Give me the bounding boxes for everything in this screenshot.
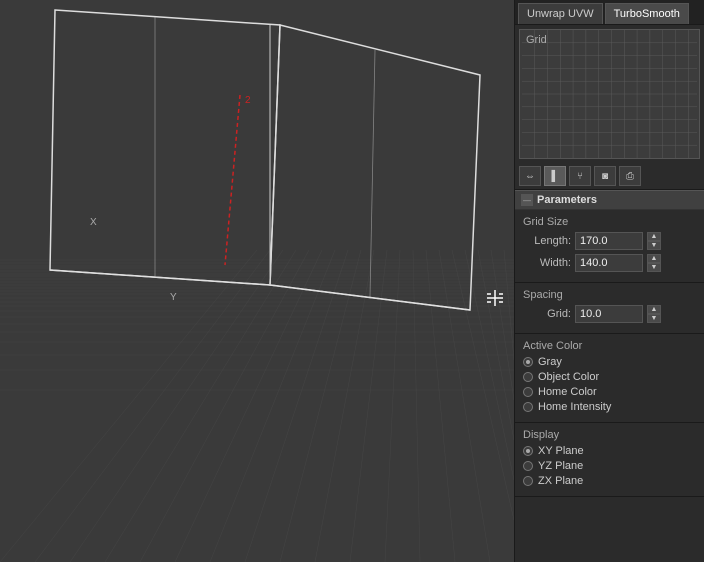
move-icon[interactable]: ⇔ [519,166,541,186]
fork-icon[interactable]: ⑂ [569,166,591,186]
grid-spinner: ▲ ▼ [647,305,661,323]
radio-xy-plane-label: XY Plane [538,445,584,457]
radio-zx-plane-label: ZX Plane [538,475,583,487]
radio-zx-plane-circle[interactable] [523,476,533,486]
viewport: 2 X Y [0,0,514,562]
radio-home-color-circle[interactable] [523,387,533,397]
length-up[interactable]: ▲ [647,232,661,241]
length-label: Length: [523,235,571,247]
radio-gray-circle[interactable] [523,357,533,367]
width-down[interactable]: ▼ [647,263,661,272]
radio-gray-label: Gray [538,356,562,368]
select-icon[interactable]: ▌ [544,166,566,186]
grid-up[interactable]: ▲ [647,305,661,314]
grid-preview-label: Grid [526,34,547,46]
grid-down[interactable]: ▼ [647,314,661,323]
grid-row: Grid: ▲ ▼ [523,305,696,323]
radio-home-intensity-label: Home Intensity [538,401,611,413]
svg-text:2: 2 [245,95,251,106]
radio-xy-plane: XY Plane [523,445,696,457]
tab-unwrap-uvw[interactable]: Unwrap UVW [518,3,603,24]
radio-home-color-label: Home Color [538,386,597,398]
width-row: Width: ▲ ▼ [523,254,696,272]
svg-text:Y: Y [170,292,177,303]
spacing-label: Spacing [523,289,696,301]
width-label: Width: [523,257,571,269]
radio-home-intensity: Home Intensity [523,401,696,413]
length-spinner: ▲ ▼ [647,232,661,250]
width-spinner: ▲ ▼ [647,254,661,272]
length-down[interactable]: ▼ [647,241,661,250]
spacing-section: Spacing Grid: ▲ ▼ [515,283,704,334]
right-panel: Unwrap UVW TurboSmooth Grid [514,0,704,562]
radio-object-color-circle[interactable] [523,372,533,382]
tab-turbosmooth[interactable]: TurboSmooth [605,3,689,24]
grid-size-label: Grid Size [523,216,696,228]
length-input[interactable] [575,232,643,250]
active-color-section: Active Color Gray Object Color Home Colo… [515,334,704,423]
camera-icon[interactable]: ◙ [594,166,616,186]
svg-text:X: X [90,217,97,228]
active-color-label: Active Color [523,340,696,352]
params-panel: — Parameters Grid Size Length: ▲ ▼ Width… [515,190,704,562]
display-label: Display [523,429,696,441]
icon-toolbar: ⇔ ▌ ⑂ ◙ ⎙ [515,163,704,190]
radio-yz-plane: YZ Plane [523,460,696,472]
grid-input[interactable] [575,305,643,323]
tab-bar: Unwrap UVW TurboSmooth [515,0,704,25]
collapse-btn[interactable]: — [521,194,533,206]
length-row: Length: ▲ ▼ [523,232,696,250]
parameters-title: Parameters [537,194,597,206]
export-icon[interactable]: ⎙ [619,166,641,186]
radio-gray: Gray [523,356,696,368]
radio-object-color: Object Color [523,371,696,383]
radio-xy-plane-circle[interactable] [523,446,533,456]
width-up[interactable]: ▲ [647,254,661,263]
preview-box: Grid [519,29,700,159]
radio-home-color: Home Color [523,386,696,398]
parameters-header[interactable]: — Parameters [515,190,704,210]
width-input[interactable] [575,254,643,272]
radio-yz-plane-label: YZ Plane [538,460,583,472]
display-section: Display XY Plane YZ Plane ZX Plane [515,423,704,497]
grid-size-section: Grid Size Length: ▲ ▼ Width: ▲ ▼ [515,210,704,283]
radio-zx-plane: ZX Plane [523,475,696,487]
radio-yz-plane-circle[interactable] [523,461,533,471]
grid-label: Grid: [523,308,571,320]
radio-home-intensity-circle[interactable] [523,402,533,412]
radio-object-color-label: Object Color [538,371,599,383]
